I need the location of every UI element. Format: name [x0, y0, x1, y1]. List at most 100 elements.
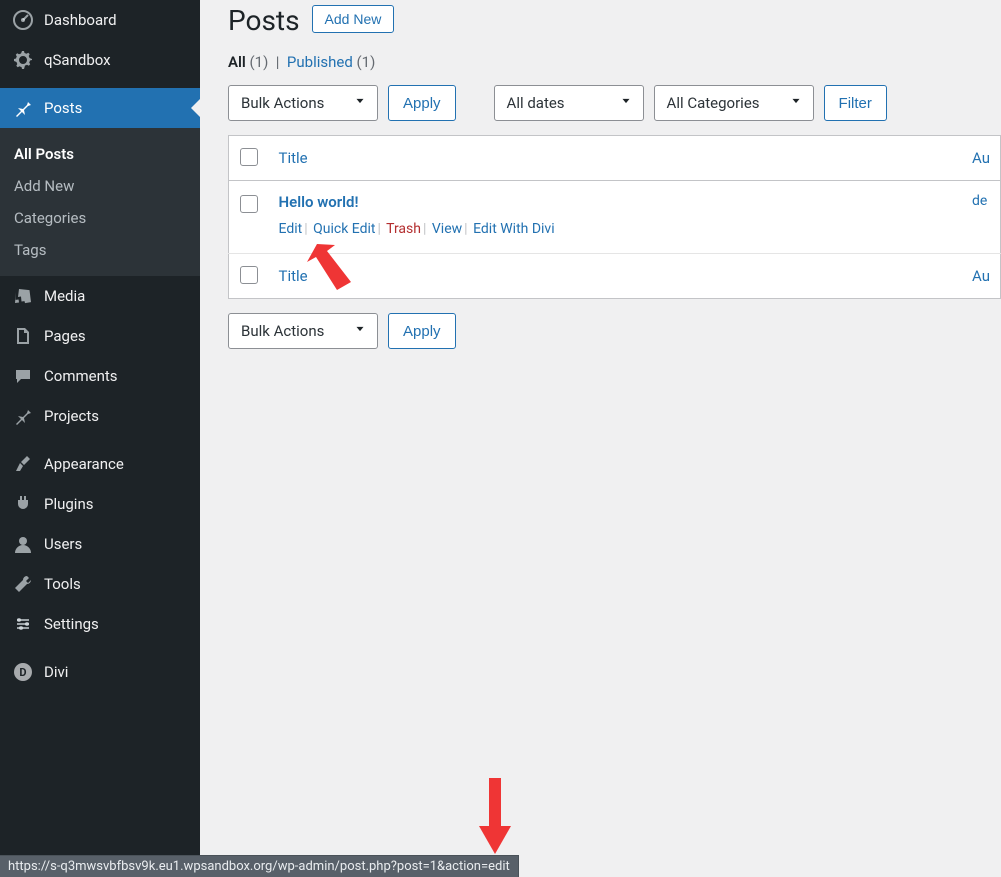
apply-button[interactable]: Apply: [388, 85, 456, 121]
post-status-filters: All (1) | Published (1): [228, 53, 1001, 71]
sidebar-item-tools[interactable]: Tools: [0, 564, 200, 604]
tools-icon: [12, 574, 34, 594]
sidebar-item-label: Settings: [44, 615, 99, 633]
date-filter-select[interactable]: All dates: [494, 85, 644, 121]
sidebar-item-label: Pages: [44, 327, 86, 345]
separator: |: [421, 221, 428, 237]
column-footer-author-label: Au: [972, 267, 990, 285]
row-author-cell: de: [962, 181, 1000, 254]
appearance-icon: [12, 454, 34, 474]
row-checkbox[interactable]: [240, 195, 258, 213]
media-icon: [12, 286, 34, 306]
gear-icon: [12, 50, 34, 70]
submenu-categories[interactable]: Categories: [0, 202, 200, 234]
column-header-title[interactable]: Title: [269, 136, 963, 181]
column-header-title-label: Title: [279, 149, 308, 167]
statusbar-url: https://s-q3mwsvbfbsv9k.eu1.wpsandbox.or…: [8, 859, 510, 874]
filter-published-count: (1): [357, 53, 376, 71]
add-new-button[interactable]: Add New: [312, 5, 395, 33]
chevron-down-icon: [353, 94, 367, 112]
filter-button[interactable]: Filter: [824, 85, 887, 121]
main-content: Posts Add New All (1) | Published (1) Bu…: [200, 0, 1001, 877]
select-value: All dates: [507, 94, 565, 112]
page-title: Posts: [228, 0, 300, 37]
post-author-link[interactable]: de: [972, 193, 987, 209]
separator: |: [302, 221, 309, 237]
sidebar-item-appearance[interactable]: Appearance: [0, 444, 200, 484]
tablenav-top: Bulk Actions Apply All dates All Categor…: [228, 85, 1001, 121]
table-row: Hello world! Edit| Quick Edit| Trash| Vi…: [229, 181, 1001, 254]
category-filter-select[interactable]: All Categories: [654, 85, 814, 121]
row-actions: Edit| Quick Edit| Trash| View| Edit With…: [279, 221, 953, 237]
plugins-icon: [12, 494, 34, 514]
submenu-all-posts[interactable]: All Posts: [0, 138, 200, 170]
menu-separator: [0, 80, 200, 88]
sidebar-item-settings[interactable]: Settings: [0, 604, 200, 644]
sidebar-item-dashboard[interactable]: Dashboard: [0, 0, 200, 40]
separator: |: [462, 221, 469, 237]
sidebar-item-label: Tools: [44, 575, 81, 593]
row-action-view[interactable]: View: [432, 221, 462, 237]
sidebar-item-projects[interactable]: Projects: [0, 396, 200, 436]
settings-icon: [12, 614, 34, 634]
divi-icon: D: [12, 662, 34, 682]
pages-icon: [12, 326, 34, 346]
select-value: Bulk Actions: [241, 94, 324, 112]
sidebar-item-qsandbox[interactable]: qSandbox: [0, 40, 200, 80]
row-action-edit-divi[interactable]: Edit With Divi: [473, 221, 555, 237]
sidebar-item-label: Divi: [44, 663, 68, 681]
sidebar-item-label: Comments: [44, 367, 118, 385]
dashboard-icon: [12, 10, 34, 30]
chevron-down-icon: [353, 322, 367, 340]
sidebar-item-label: qSandbox: [44, 51, 111, 69]
sidebar-item-label: Media: [44, 287, 85, 305]
column-header-author-label: Au: [972, 149, 990, 167]
filter-published[interactable]: Published: [287, 53, 353, 71]
select-all-header: [229, 136, 269, 181]
sidebar-item-label: Appearance: [44, 455, 124, 473]
filter-all[interactable]: All: [228, 53, 246, 71]
row-title-cell: Hello world! Edit| Quick Edit| Trash| Vi…: [269, 181, 963, 254]
column-footer-author[interactable]: Au: [962, 254, 1000, 299]
apply-button-bottom[interactable]: Apply: [388, 313, 456, 349]
separator: |: [375, 221, 382, 237]
sidebar-item-users[interactable]: Users: [0, 524, 200, 564]
submenu-tags[interactable]: Tags: [0, 234, 200, 266]
menu-separator: [0, 436, 200, 444]
users-icon: [12, 534, 34, 554]
filter-all-count: (1): [250, 53, 269, 71]
select-all-checkbox[interactable]: [240, 148, 258, 166]
browser-statusbar: https://s-q3mwsvbfbsv9k.eu1.wpsandbox.or…: [0, 855, 519, 877]
row-action-trash[interactable]: Trash: [386, 221, 421, 237]
sidebar-item-posts[interactable]: Posts: [0, 88, 200, 128]
row-action-edit[interactable]: Edit: [279, 221, 303, 237]
select-all-checkbox-footer[interactable]: [240, 266, 258, 284]
pin-icon: [12, 406, 34, 426]
sidebar-item-label: Plugins: [44, 495, 93, 513]
select-value: Bulk Actions: [241, 322, 324, 340]
comments-icon: [12, 366, 34, 386]
select-value: All Categories: [667, 94, 760, 112]
sidebar-item-label: Posts: [44, 99, 82, 117]
bulk-actions-select-bottom[interactable]: Bulk Actions: [228, 313, 378, 349]
tablenav-bottom: Bulk Actions Apply: [228, 313, 1001, 349]
bulk-actions-select[interactable]: Bulk Actions: [228, 85, 378, 121]
sidebar-item-divi[interactable]: D Divi: [0, 652, 200, 692]
chevron-down-icon: [619, 94, 633, 112]
sidebar-item-label: Projects: [44, 407, 99, 425]
post-title-link[interactable]: Hello world!: [279, 193, 359, 211]
sidebar-item-comments[interactable]: Comments: [0, 356, 200, 396]
sidebar-item-media[interactable]: Media: [0, 276, 200, 316]
svg-text:D: D: [19, 666, 26, 679]
row-check-cell: [229, 181, 269, 254]
column-footer-title[interactable]: Title: [269, 254, 963, 299]
submenu-add-new[interactable]: Add New: [0, 170, 200, 202]
sidebar-item-pages[interactable]: Pages: [0, 316, 200, 356]
row-action-quick-edit[interactable]: Quick Edit: [313, 221, 375, 237]
select-all-footer: [229, 254, 269, 299]
column-header-author[interactable]: Au: [962, 136, 1000, 181]
sidebar-submenu-posts: All Posts Add New Categories Tags: [0, 128, 200, 276]
sidebar-item-label: Dashboard: [44, 11, 117, 29]
sidebar-item-plugins[interactable]: Plugins: [0, 484, 200, 524]
pin-icon: [12, 98, 34, 118]
